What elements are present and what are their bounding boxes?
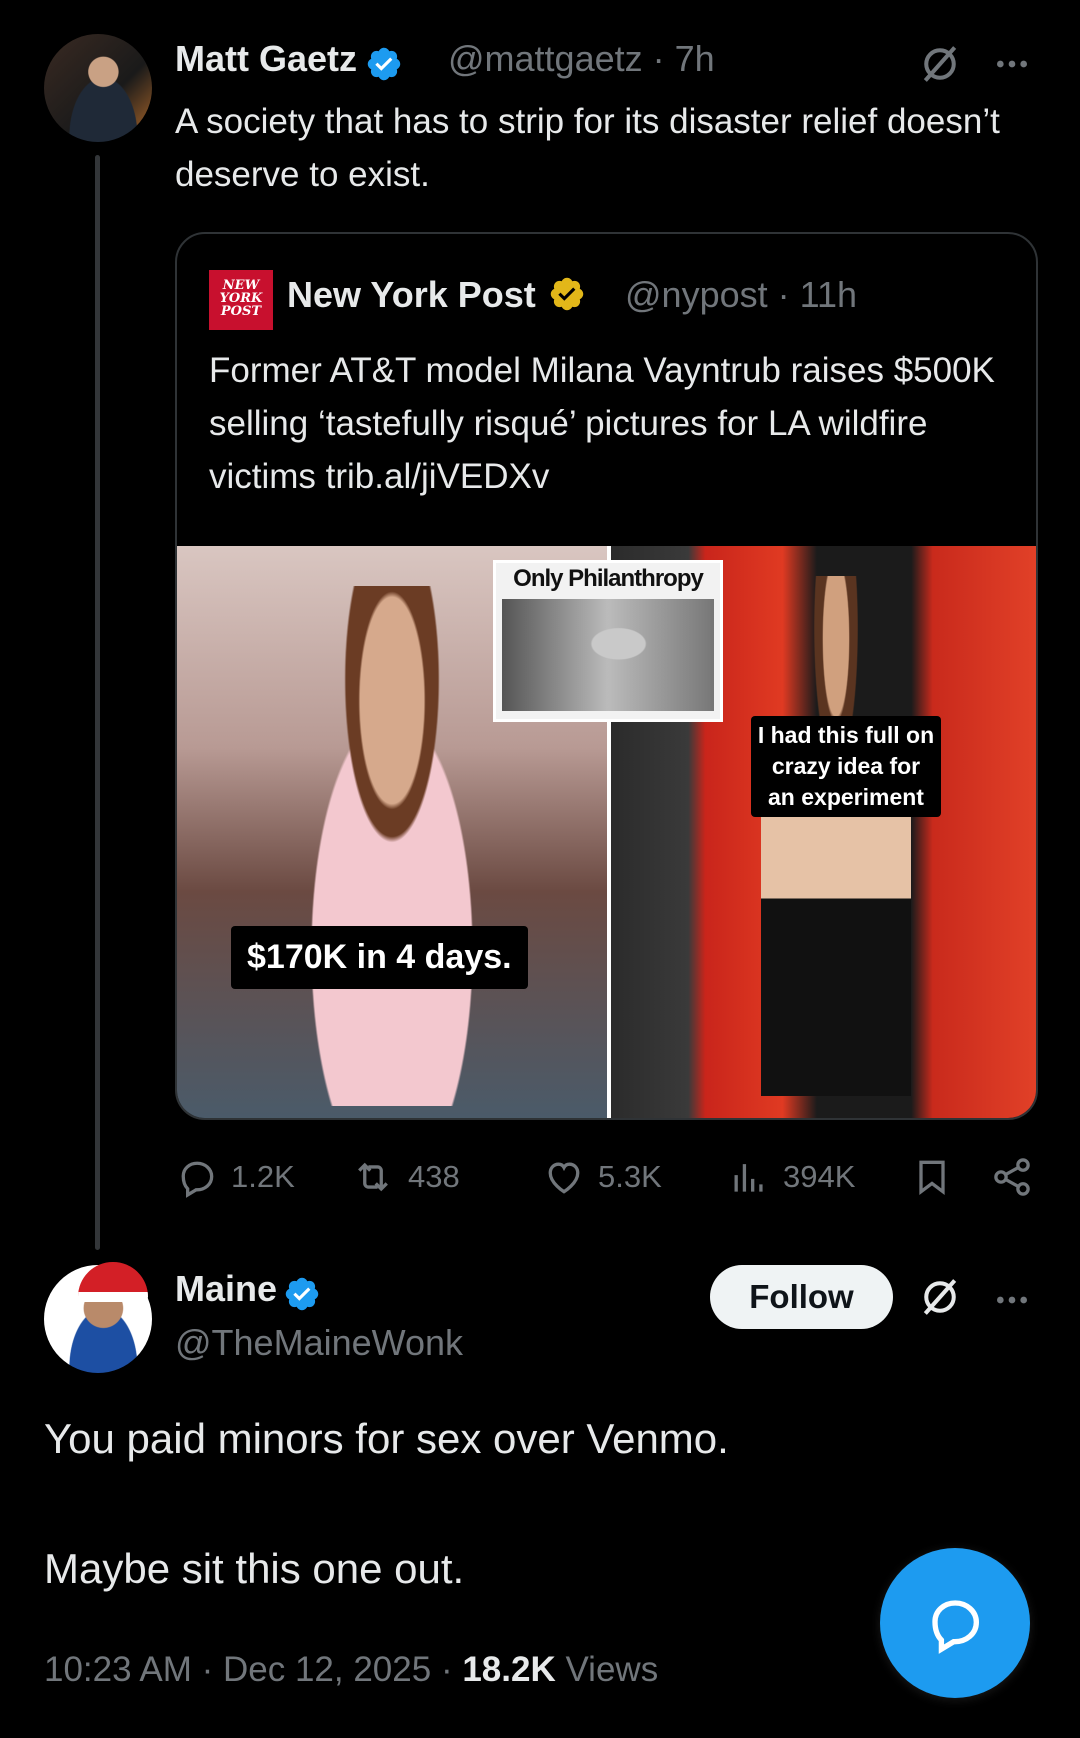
- author-name[interactable]: Matt Gaetz: [175, 38, 357, 79]
- views-action[interactable]: 394K: [727, 1155, 855, 1199]
- inset-photo: [502, 599, 714, 711]
- compose-reply-icon: [932, 1600, 980, 1654]
- reply-icon: [181, 1161, 214, 1198]
- quoted-handle-line: @nypost · 11h: [625, 274, 858, 315]
- quoted-author[interactable]: New York Post: [287, 274, 586, 316]
- reply-author-name[interactable]: Maine: [175, 1268, 277, 1309]
- reply-metadata: 10:23 AM · Dec 12, 2025 · 18.2K Views: [44, 1650, 659, 1689]
- action-bar: 1.2K 438 5.3K 394K: [175, 1155, 1035, 1199]
- quoted-tweet-card[interactable]: NEW YORK POST New York Post @nypost · 11…: [175, 232, 1038, 1120]
- quoted-media-image[interactable]: Only Philanthropy $170K in 4 days. I had…: [177, 546, 1036, 1118]
- avatar-matt-gaetz[interactable]: [44, 34, 152, 142]
- quoted-tweet-text: Former AT&T model Milana Vayntrub raises…: [209, 351, 995, 496]
- verified-badge-icon: [368, 47, 401, 80]
- reply-views-label: Views: [565, 1650, 659, 1689]
- bookmark-icon[interactable]: [910, 1155, 966, 1199]
- nypost-logo: NEW YORK POST: [209, 270, 273, 330]
- person-figure: [761, 576, 911, 1096]
- like-action[interactable]: 5.3K: [542, 1155, 662, 1199]
- repost-action[interactable]: 438: [350, 1155, 460, 1199]
- caption-left: $170K in 4 days.: [231, 926, 528, 989]
- reply-views-count: 18.2K: [462, 1650, 556, 1689]
- caption-right: I had this full on crazy idea for an exp…: [751, 716, 941, 817]
- inset-title: Only Philanthropy: [513, 565, 704, 592]
- grok-icon[interactable]: [918, 1275, 962, 1324]
- reply-time[interactable]: 10:23 AM: [44, 1650, 192, 1689]
- share-icon[interactable]: [990, 1155, 1046, 1199]
- reply-text-line1: You paid minors for sex over Venmo.: [44, 1415, 729, 1462]
- parent-author[interactable]: Matt Gaetz: [175, 38, 403, 83]
- repost-count: 438: [408, 1159, 460, 1194]
- inset-magazine: Only Philanthropy: [493, 560, 723, 722]
- quoted-timestamp[interactable]: 11h: [800, 274, 857, 315]
- like-icon: [548, 1162, 580, 1194]
- quoted-handle[interactable]: @nypost: [625, 274, 768, 315]
- reply-handle[interactable]: @TheMaineWonk: [175, 1322, 463, 1364]
- timestamp[interactable]: 7h: [675, 38, 715, 79]
- more-icon[interactable]: [990, 1280, 1034, 1325]
- parent-handle-line: @mattgaetz · 7h: [448, 38, 715, 79]
- verified-badge-icon: [286, 1277, 319, 1310]
- reply-date[interactable]: Dec 12, 2025: [223, 1650, 431, 1689]
- follow-button[interactable]: Follow: [710, 1265, 893, 1329]
- more-icon[interactable]: [990, 44, 1034, 89]
- like-count: 5.3K: [598, 1159, 662, 1194]
- person-figure: [267, 586, 517, 1106]
- repost-icon: [358, 1162, 388, 1192]
- views-count: 394K: [783, 1159, 856, 1194]
- verified-badge-icon: [550, 278, 583, 311]
- reply-text-line2: Maybe sit this one out.: [44, 1545, 465, 1592]
- views-icon: [734, 1164, 763, 1192]
- handle[interactable]: @mattgaetz: [448, 38, 643, 79]
- compose-reply-button[interactable]: [880, 1548, 1030, 1698]
- reply-action[interactable]: 1.2K: [175, 1155, 295, 1199]
- thread-line: [95, 155, 100, 1250]
- grok-icon[interactable]: [918, 42, 962, 91]
- parent-tweet-text: A society that has to strip for its disa…: [175, 102, 1000, 194]
- reply-author[interactable]: Maine: [175, 1268, 321, 1313]
- quoted-author-name[interactable]: New York Post: [287, 274, 536, 315]
- reply-count: 1.2K: [231, 1159, 295, 1194]
